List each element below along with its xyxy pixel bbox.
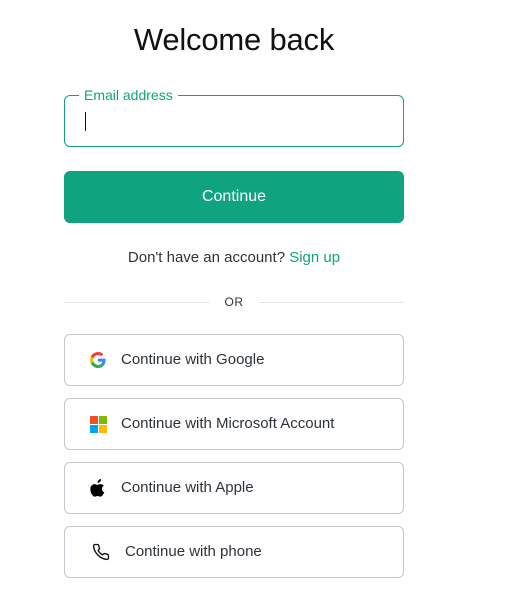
email-field[interactable] bbox=[85, 109, 385, 133]
apple-icon bbox=[89, 479, 107, 497]
apple-button-label: Continue with Apple bbox=[121, 479, 254, 496]
continue-with-google-button[interactable]: Continue with Google bbox=[64, 334, 404, 386]
microsoft-icon bbox=[89, 415, 107, 433]
phone-button-label: Continue with phone bbox=[125, 543, 262, 560]
phone-icon bbox=[92, 543, 110, 561]
signup-prompt-text: Don't have an account? bbox=[127, 249, 286, 266]
continue-with-phone-button[interactable]: Continue with phone bbox=[64, 526, 404, 578]
continue-with-microsoft-button[interactable]: Continue with Microsoft Account bbox=[64, 398, 404, 450]
page-title: Welcome back bbox=[133, 22, 335, 57]
google-button-label: Continue with Google bbox=[121, 351, 265, 368]
google-icon bbox=[89, 351, 107, 369]
continue-with-apple-button[interactable]: Continue with Apple bbox=[64, 462, 404, 514]
email-field-label: Email address bbox=[79, 87, 178, 103]
signup-link[interactable]: Sign up bbox=[289, 249, 340, 266]
divider-line-right bbox=[258, 301, 404, 303]
divider-text: OR bbox=[224, 295, 244, 309]
or-divider: OR bbox=[64, 294, 404, 310]
signup-prompt: Don't have an account? Sign up bbox=[64, 249, 404, 266]
continue-button[interactable]: Continue bbox=[64, 171, 404, 223]
divider-line-left bbox=[64, 301, 210, 303]
microsoft-button-label: Continue with Microsoft Account bbox=[121, 415, 335, 432]
text-cursor bbox=[85, 112, 86, 131]
email-field-container[interactable]: Email address bbox=[64, 87, 404, 147]
